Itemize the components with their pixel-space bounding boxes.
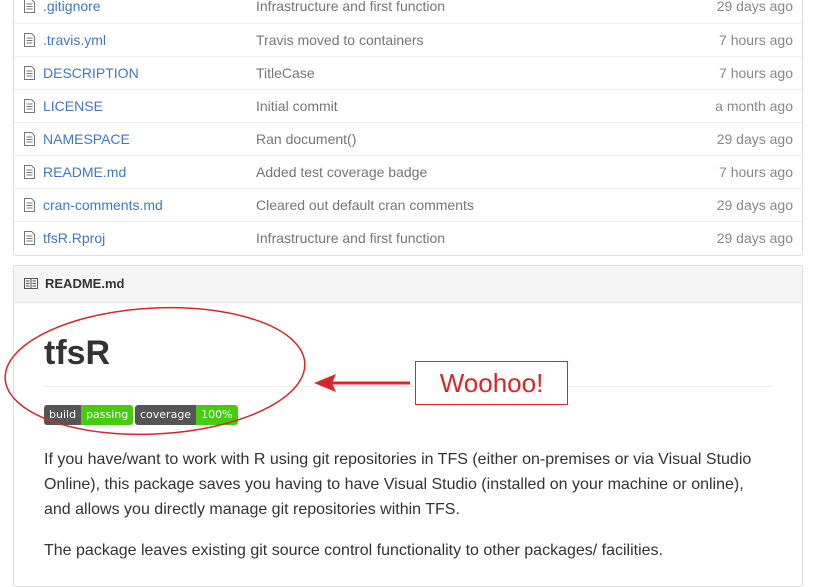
commit-age: 29 days ago <box>716 0 793 14</box>
readme-header-title: README.md <box>45 276 125 291</box>
file-icon <box>24 33 35 47</box>
build-badge-label: build <box>44 405 82 425</box>
commit-message-link[interactable]: Infrastructure and first function <box>256 0 445 14</box>
commit-message-link[interactable]: Initial commit <box>256 98 338 114</box>
coverage-badge-value: 100% <box>196 405 238 425</box>
readme-panel: README.md tfsR build passing coverage 10… <box>13 265 803 587</box>
commit-message-link[interactable]: Infrastructure and first function <box>256 230 445 246</box>
file-icon <box>24 198 35 212</box>
commit-age: 29 days ago <box>716 131 793 147</box>
file-name-link[interactable]: cran-comments.md <box>43 197 163 213</box>
readme-paragraph: The package leaves existing git source c… <box>44 542 663 559</box>
file-name-link[interactable]: LICENSE <box>43 98 103 114</box>
file-row[interactable]: .gitignore Infrastructure and first funct… <box>14 0 802 23</box>
file-row[interactable]: DESCRIPTION TitleCase 7 hours ago <box>14 56 802 90</box>
book-icon <box>24 278 38 289</box>
commit-message-link[interactable]: Travis moved to containers <box>256 32 424 48</box>
file-name-link[interactable]: README.md <box>43 164 126 180</box>
file-row[interactable]: NAMESPACE Ran document() 29 days ago <box>14 122 802 156</box>
file-icon <box>24 132 35 146</box>
readme-paragraph: If you have/want to work with R using gi… <box>44 451 752 518</box>
file-row[interactable]: LICENSE Initial commit a month ago <box>14 89 802 123</box>
coverage-badge[interactable]: coverage 100% <box>135 405 238 425</box>
file-row[interactable]: tfsR.Rproj Infrastructure and first funct… <box>14 221 802 255</box>
commit-age: 7 hours ago <box>719 164 793 180</box>
file-icon <box>24 231 35 245</box>
commit-age: a month ago <box>715 98 793 114</box>
file-name-link[interactable]: .travis.yml <box>43 32 106 48</box>
commit-message-link[interactable]: Ran document() <box>256 131 356 147</box>
commit-message-link[interactable]: TitleCase <box>256 65 315 81</box>
file-row[interactable]: README.md Added test coverage badge 7 hour… <box>14 155 802 189</box>
commit-age: 29 days ago <box>716 230 793 246</box>
build-badge[interactable]: build passing <box>44 405 134 425</box>
file-icon <box>24 165 35 179</box>
file-name-link[interactable]: NAMESPACE <box>43 131 130 147</box>
commit-message-link[interactable]: Cleared out default cran comments <box>256 197 474 213</box>
file-name-link[interactable]: DESCRIPTION <box>43 65 139 81</box>
build-badge-value: passing <box>81 405 134 425</box>
file-icon <box>24 99 35 113</box>
file-name-link[interactable]: .gitignore <box>43 0 101 14</box>
commit-age: 29 days ago <box>716 197 793 213</box>
file-name-link[interactable]: tfsR.Rproj <box>43 230 105 246</box>
file-icon <box>24 0 35 13</box>
commit-age: 7 hours ago <box>719 32 793 48</box>
commit-age: 7 hours ago <box>719 65 793 81</box>
woohoo-callout: Woohoo! <box>415 361 568 405</box>
file-row[interactable]: .travis.yml Travis moved to containers 7 h… <box>14 23 802 57</box>
commit-message-link[interactable]: Added test coverage badge <box>256 164 427 180</box>
file-list: .gitignore Infrastructure and first funct… <box>13 0 803 256</box>
readme-header: README.md <box>14 266 802 303</box>
readme-title: tfsR <box>44 334 111 372</box>
file-row[interactable]: cran-comments.md Cleared out default cran… <box>14 188 802 222</box>
coverage-badge-label: coverage <box>135 405 197 425</box>
file-icon <box>24 66 35 80</box>
title-divider <box>44 386 772 387</box>
